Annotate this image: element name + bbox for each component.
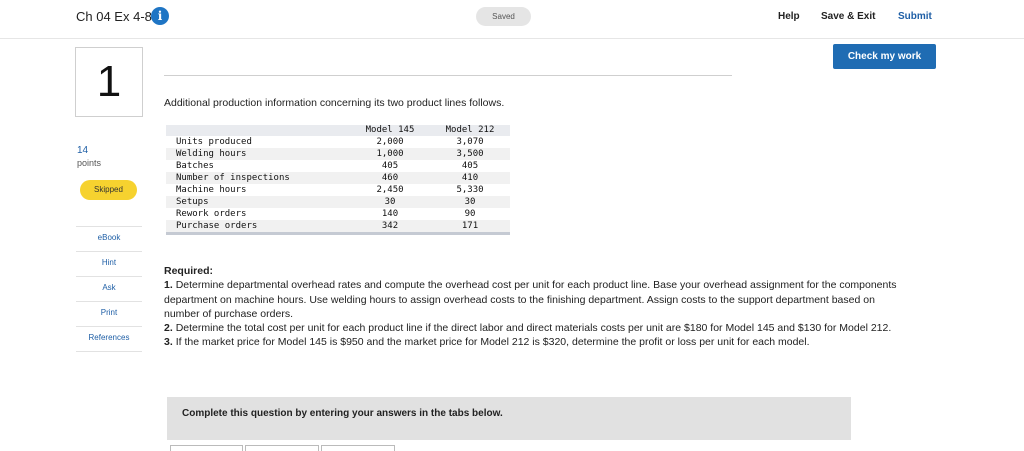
model-145-value: 140 [381,209,399,219]
assignment-title: Ch 04 Ex 4-8 [76,9,152,24]
table-row: Number of inspections 460 410 [166,172,510,184]
model-145-value: 30 [350,196,430,208]
table-row: Batches 405 405 [166,160,510,172]
row-label: Units produced [176,137,252,147]
save-exit-link[interactable]: Save & Exit [821,11,875,22]
row-label: Machine hours [176,185,247,195]
header-label-cell [166,125,350,136]
model-145-value: 342 [350,220,430,234]
required-item-text: Determine the total cost per unit for ea… [175,322,892,335]
top-bar: Ch 04 Ex 4-8 i Saved Help Save & Exit Su… [0,0,1024,39]
table-row: Rework orders 140 90 [166,208,510,220]
required-item-3: 3. If the market price for Model 145 is … [164,335,912,349]
check-my-work-button[interactable]: Check my work [833,44,936,69]
model-212-value: 30 [430,196,510,208]
question-number: 1 [75,47,143,117]
points-label: points [77,158,102,168]
row-label: Number of inspections [166,172,350,184]
model-145-value: 460 [350,172,430,184]
row-label: Welding hours [166,148,350,160]
required-heading: Required: [164,265,214,277]
model-212-value: 405 [461,161,479,171]
model-145-value: 405 [381,161,399,171]
model-212-value: 171 [430,220,510,234]
submit-link[interactable]: Submit [898,11,932,22]
model-212-value: 3,500 [430,148,510,160]
column-header-model-212: Model 212 [430,125,510,136]
table-row: Purchase orders 342 171 [166,220,510,234]
skipped-status-badge: Skipped [80,180,137,200]
row-label: Setups [166,196,350,208]
model-212-value: 410 [430,172,510,184]
model-212-value: 90 [464,209,476,219]
table-row: Setups 30 30 [166,196,510,208]
question-intro: Additional production information concer… [164,97,505,109]
side-nav-ask[interactable]: Ask [76,276,142,301]
required-item-number: 1. [164,279,173,292]
instruction-banner-text: Complete this question by entering your … [182,408,503,419]
points-value: 14 [77,145,89,156]
info-icon[interactable]: i [151,7,169,25]
model-145-value: 1,000 [350,148,430,160]
help-link[interactable]: Help [778,11,800,22]
table-row: Machine hours 2,450 5,330 [166,184,510,196]
row-label: Purchase orders [166,220,350,234]
required-item-1: 1. Determine departmental overhead rates… [164,278,912,321]
side-nav-print[interactable]: Print [76,301,142,326]
side-nav-hint[interactable]: Hint [76,251,142,276]
column-header-model-145: Model 145 [350,125,430,136]
side-nav: eBook Hint Ask Print References [76,226,142,352]
required-item-number: 3. [164,336,173,349]
row-label: Rework orders [176,209,247,219]
model-212-value: 5,330 [456,185,484,195]
side-nav-references[interactable]: References [76,326,142,352]
model-145-value: 2,450 [376,185,404,195]
side-nav-ebook[interactable]: eBook [76,226,142,251]
answer-tab[interactable] [321,445,395,451]
saved-status-badge: Saved [476,7,531,26]
answer-tab[interactable] [170,445,243,451]
table-row: Units produced 2,000 3,070 [166,136,510,148]
answer-tab[interactable] [245,445,319,451]
required-item-2: 2. Determine the total cost per unit for… [164,321,912,335]
model-145-value: 2,000 [376,137,404,147]
row-label: Batches [176,161,214,171]
divider [164,75,732,76]
required-item-text: If the market price for Model 145 is $95… [175,336,810,349]
instruction-banner: Complete this question by entering your … [167,397,851,440]
model-212-value: 3,070 [456,137,484,147]
required-item-text: Determine departmental overhead rates an… [164,279,897,320]
table-row: Welding hours 1,000 3,500 [166,148,510,160]
required-item-number: 2. [164,322,173,335]
production-data-table: Model 145 Model 212 Units produced 2,000 3… [166,125,510,235]
table-header-row: Model 145 Model 212 [166,125,510,136]
required-section: Required: 1. Determine departmental over… [164,264,912,350]
